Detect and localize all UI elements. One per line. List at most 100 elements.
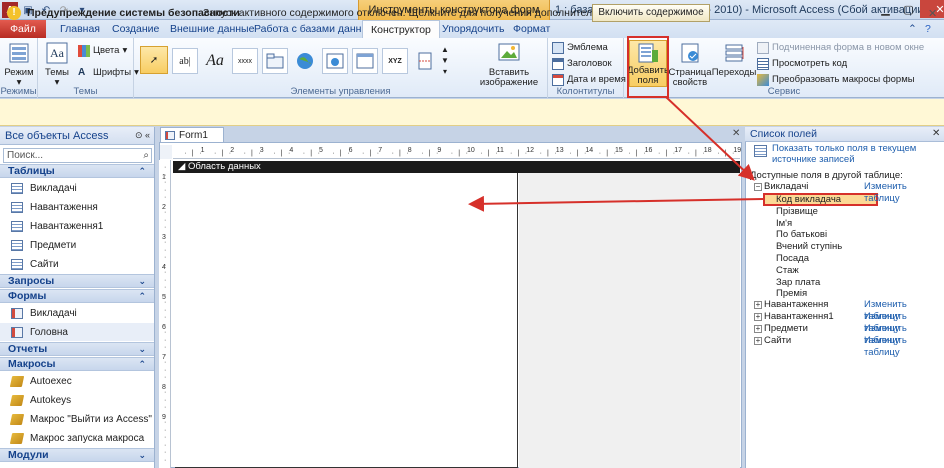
nav-item[interactable]: Головна bbox=[0, 323, 154, 341]
option-group-icon[interactable]: XYZ bbox=[382, 48, 408, 74]
document-tab-form1[interactable]: Form1 bbox=[160, 127, 224, 142]
property-sheet-button[interactable]: Страница свойств bbox=[668, 40, 712, 88]
subform-new-window-button[interactable]: Подчиненная форма в новом окне bbox=[757, 40, 924, 55]
field-list-table-name[interactable]: Навантаження1 bbox=[764, 311, 834, 323]
nav-item[interactable]: Autoexec bbox=[0, 372, 154, 390]
table-icon bbox=[11, 239, 23, 251]
tab-format[interactable]: Формат bbox=[505, 20, 558, 38]
minimize-icon[interactable]: ▁ bbox=[874, 0, 897, 18]
nav-section-header[interactable]: Формы ⌃ bbox=[0, 289, 154, 303]
colors-button[interactable]: Цвета ▾ bbox=[78, 43, 127, 58]
ruler-number: 3 bbox=[259, 147, 264, 154]
collapse-chevron-icon[interactable]: ⌃ bbox=[138, 358, 146, 370]
nav-item[interactable]: Навантаження bbox=[0, 198, 154, 216]
ruler-tick: · bbox=[164, 449, 167, 456]
nav-pane-header[interactable]: Все объекты Access ⊙ « bbox=[0, 127, 154, 145]
tab-control-icon[interactable] bbox=[262, 48, 288, 74]
field-item[interactable]: Прізвище bbox=[776, 206, 818, 218]
field-item[interactable]: Зар плата bbox=[776, 277, 820, 289]
button-control-icon[interactable]: xxxx bbox=[232, 48, 258, 74]
expand-table-icon[interactable]: + bbox=[754, 313, 762, 321]
field-list-close-icon[interactable]: ✕ bbox=[932, 128, 940, 139]
tab-home[interactable]: Главная bbox=[52, 20, 108, 38]
tab-order-button[interactable]: Переходы bbox=[712, 40, 756, 78]
collapse-table-icon[interactable]: − bbox=[754, 183, 762, 191]
select-pointer-icon[interactable]: ➚ bbox=[140, 46, 168, 74]
field-item[interactable]: По батькові bbox=[776, 229, 827, 241]
detail-section-bar[interactable]: ◢ Область данных bbox=[173, 161, 740, 173]
title-button[interactable]: Заголовок bbox=[552, 56, 612, 71]
header-footer-group: Эмблема Заголовок Дата и время Колонтиту… bbox=[548, 38, 626, 98]
show-only-current-source-link[interactable]: Показать только поля в текущем источнике… bbox=[772, 143, 940, 165]
nav-item[interactable]: Сайти bbox=[0, 255, 154, 273]
convert-macros-button[interactable]: Преобразовать макросы формы bbox=[757, 72, 915, 87]
document-close-icon[interactable]: ✕ bbox=[732, 128, 740, 139]
nav-section-header[interactable]: Модули ⌄ bbox=[0, 448, 154, 462]
enable-content-button[interactable]: Включить содержимое bbox=[592, 4, 710, 22]
controls-more-icon[interactable]: ▾ bbox=[440, 66, 450, 76]
field-item[interactable]: Стаж bbox=[776, 265, 799, 277]
tab-design[interactable]: Конструктор bbox=[362, 20, 440, 39]
nav-item[interactable]: Макрос запуска макроса bbox=[0, 429, 154, 447]
collapse-chevron-icon[interactable]: ⌃ bbox=[138, 290, 146, 302]
controls-group-label: Элементы управления bbox=[290, 86, 391, 97]
nav-item[interactable]: Предмети bbox=[0, 236, 154, 254]
nav-pane-menu-icon[interactable]: ⊙ « bbox=[135, 130, 150, 141]
field-item[interactable]: Посада bbox=[776, 253, 809, 265]
maximize-icon[interactable]: ▢ bbox=[897, 0, 920, 18]
navigation-control-icon[interactable] bbox=[352, 48, 378, 74]
field-list-table-name[interactable]: Предмети bbox=[764, 323, 808, 335]
controls-scroll-down-icon[interactable]: ▼ bbox=[440, 55, 450, 65]
nav-item[interactable]: Autokeys bbox=[0, 391, 154, 409]
field-list-table-name[interactable]: Навантаження bbox=[764, 299, 828, 311]
ruler-tick: · bbox=[164, 299, 167, 306]
ruler-tick: · bbox=[214, 150, 217, 157]
field-list-table-name[interactable]: Сайти bbox=[764, 335, 791, 347]
ruler-tick: · bbox=[569, 150, 572, 157]
nav-search-input[interactable]: Поиск... ⌕ bbox=[3, 148, 152, 163]
hyperlink-globe-icon[interactable] bbox=[292, 48, 318, 74]
insert-image-button[interactable]: Вставить изображение bbox=[474, 40, 544, 88]
expand-table-icon[interactable]: + bbox=[754, 301, 762, 309]
expand-chevron-icon[interactable]: ⌄ bbox=[138, 275, 146, 287]
textbox-control-icon[interactable]: ab| bbox=[172, 48, 198, 74]
field-item[interactable]: Ім'я bbox=[776, 218, 792, 230]
fonts-button[interactable]: A Шрифты ▾ bbox=[78, 65, 139, 80]
page-break-icon[interactable] bbox=[412, 48, 438, 74]
ribbon-minimize-icon[interactable]: ⌃ bbox=[905, 20, 920, 38]
themes-button[interactable]: Aa Темы ▾ bbox=[41, 40, 73, 88]
expand-table-icon[interactable]: + bbox=[754, 325, 762, 333]
tab-file[interactable]: Файл bbox=[0, 20, 46, 38]
field-list-table-name[interactable]: Викладачі bbox=[764, 181, 808, 193]
edit-table-link[interactable]: Изменить таблицу bbox=[864, 181, 944, 205]
tab-create[interactable]: Создание bbox=[104, 20, 167, 38]
expand-table-icon[interactable]: + bbox=[754, 337, 762, 345]
nav-item[interactable]: Навантаження1 bbox=[0, 217, 154, 235]
search-icon[interactable]: ⌕ bbox=[143, 150, 149, 161]
nav-section-header[interactable]: Макросы ⌃ bbox=[0, 357, 154, 371]
detail-section-canvas[interactable] bbox=[175, 173, 518, 468]
field-item[interactable]: Вчений ступінь bbox=[776, 241, 842, 253]
ruler-corner[interactable] bbox=[160, 145, 172, 159]
expand-chevron-icon[interactable]: ⌄ bbox=[138, 449, 146, 461]
expand-chevron-icon[interactable]: ⌄ bbox=[138, 343, 146, 355]
nav-section-header[interactable]: Запросы ⌄ bbox=[0, 274, 154, 288]
nav-section-header[interactable]: Отчеты ⌄ bbox=[0, 342, 154, 356]
controls-scroll-up-icon[interactable]: ▲ bbox=[440, 44, 450, 54]
nav-item[interactable]: Викладачі bbox=[0, 304, 154, 322]
tab-arrange[interactable]: Упорядочить bbox=[434, 20, 512, 38]
emblem-button[interactable]: Эмблема bbox=[552, 40, 608, 55]
collapse-chevron-icon[interactable]: ⌃ bbox=[138, 165, 146, 177]
nav-item[interactable]: Макрос "Выйти из Access" bbox=[0, 410, 154, 428]
nav-section-header[interactable]: Таблицы ⌃ bbox=[0, 164, 154, 178]
view-button[interactable]: Режим ▾ bbox=[3, 40, 35, 88]
datetime-button[interactable]: Дата и время bbox=[552, 72, 626, 87]
web-browser-control-icon[interactable] bbox=[322, 48, 348, 74]
edit-table-link[interactable]: Изменить таблицу bbox=[864, 335, 944, 359]
nav-item[interactable]: Викладачі bbox=[0, 179, 154, 197]
label-control-icon[interactable]: Aa bbox=[202, 48, 228, 74]
help-icon[interactable]: ? bbox=[922, 20, 934, 38]
warning-close-icon[interactable]: ✕ bbox=[928, 7, 937, 20]
field-item-selected[interactable]: Код викладача bbox=[776, 194, 841, 206]
view-code-button[interactable]: Просмотреть код bbox=[757, 56, 847, 71]
